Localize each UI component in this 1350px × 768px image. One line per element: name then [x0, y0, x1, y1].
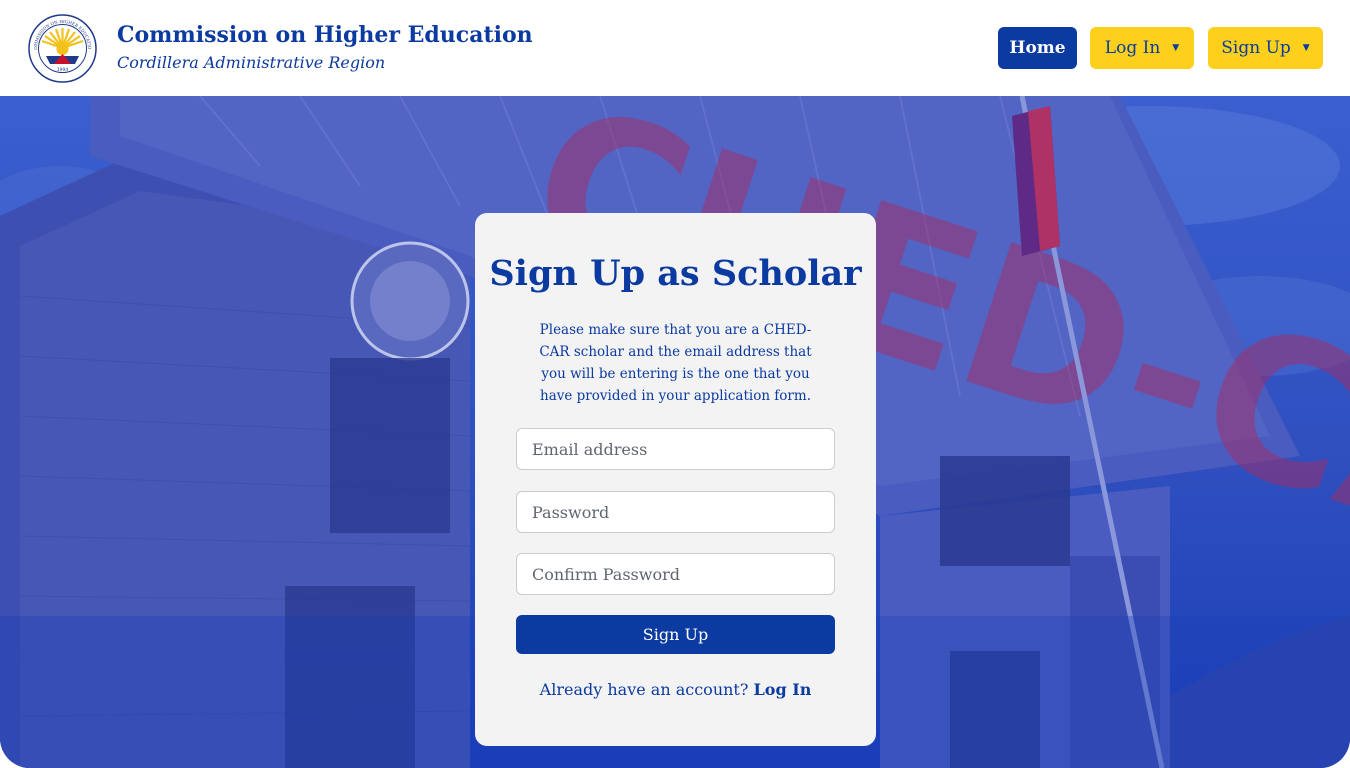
signup-submit-label: Sign Up [642, 625, 709, 644]
caret-down-icon: ▼ [1302, 42, 1310, 53]
brand-title[interactable]: Commission on Higher Education [117, 22, 533, 48]
signup-card: Sign Up as Scholar Please make sure that… [475, 213, 876, 746]
email-input[interactable] [516, 428, 835, 470]
caret-down-icon: ▼ [1172, 42, 1180, 53]
signup-submit-button[interactable]: Sign Up [516, 615, 835, 654]
brand-subtitle: Cordillera Administrative Region [117, 53, 386, 72]
seal-year: 1994 [57, 67, 69, 73]
login-prompt: Already have an account? Log In [475, 680, 876, 699]
nav-signup-label: Sign Up [1221, 38, 1291, 58]
confirm-password-input[interactable] [516, 553, 835, 595]
nav-login-label: Log In [1104, 38, 1161, 58]
nav-home-label: Home [1009, 38, 1066, 58]
ched-seal-icon[interactable]: 1994 COMMISSION ON HIGHER EDUCATION [26, 10, 97, 83]
password-input[interactable] [516, 491, 835, 533]
nav-home-button[interactable]: Home [998, 27, 1077, 69]
signup-description: Please make sure that you are a CHED-CAR… [539, 322, 812, 404]
site-header: 1994 COMMISSION ON HIGHER EDUCATION Comm… [0, 0, 1350, 96]
login-prompt-text: Already have an account? [539, 680, 749, 699]
nav-signup-dropdown[interactable]: Sign Up ▼ [1208, 27, 1323, 69]
login-link[interactable]: Log In [754, 680, 812, 699]
signup-title: Sign Up as Scholar [489, 253, 862, 294]
nav-login-dropdown[interactable]: Log In ▼ [1090, 27, 1194, 69]
